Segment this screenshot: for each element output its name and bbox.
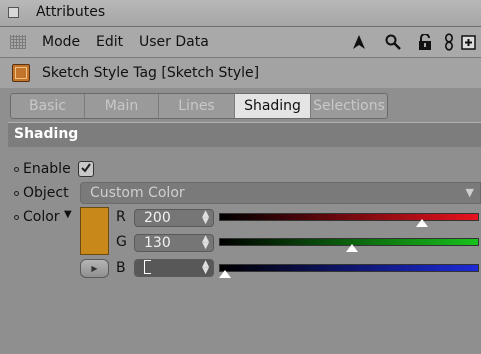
- object-dropdown-value: Custom Color: [90, 185, 185, 201]
- r-slider-handle[interactable]: [414, 218, 429, 228]
- search-icon[interactable]: [384, 33, 402, 51]
- r-label: R: [116, 209, 126, 225]
- close-box-icon[interactable]: [8, 7, 19, 18]
- g-slider-handle[interactable]: [344, 243, 359, 253]
- r-input[interactable]: 200 ▲ ▼: [134, 209, 214, 227]
- chevron-down-icon: ▼: [465, 186, 474, 199]
- b-value: 0: [144, 260, 151, 276]
- color-anim-dot-icon[interactable]: [14, 215, 19, 220]
- color-label: Color: [23, 209, 60, 225]
- g-label: G: [116, 234, 127, 250]
- color-play-button[interactable]: ▶: [80, 259, 109, 278]
- enable-label: Enable: [23, 161, 71, 177]
- object-name: Sketch Style Tag [Sketch Style]: [42, 65, 260, 81]
- color-swatch[interactable]: [80, 207, 109, 255]
- tab-bar: Basic Main Lines Shading Selections: [10, 93, 388, 119]
- r-slider[interactable]: [219, 213, 479, 221]
- object-anim-dot-icon[interactable]: [14, 191, 19, 196]
- pointer-arrow-icon[interactable]: [350, 33, 368, 51]
- sketch-style-tag-icon: [12, 64, 30, 82]
- r-value: 200: [144, 210, 171, 226]
- object-header: Sketch Style Tag [Sketch Style]: [0, 58, 481, 88]
- b-slider[interactable]: [219, 264, 479, 272]
- text-cursor: [144, 260, 151, 274]
- section-title: Shading: [14, 126, 79, 142]
- tab-shading[interactable]: Shading: [235, 94, 311, 118]
- params-area: [0, 147, 481, 354]
- menu-user-data[interactable]: User Data: [139, 34, 209, 50]
- menu-bar: Mode Edit User Data: [0, 27, 481, 58]
- attributes-panel: Attributes Mode Edit User Data Sketch St…: [0, 0, 481, 354]
- title-bar: Attributes: [0, 0, 481, 27]
- enable-anim-dot-icon[interactable]: [14, 167, 19, 172]
- g-input[interactable]: 130 ▲ ▼: [134, 234, 214, 252]
- window-title: Attributes: [36, 4, 106, 20]
- tab-basic[interactable]: Basic: [11, 94, 85, 118]
- b-input[interactable]: 0 ▲▼: [134, 259, 214, 277]
- color-menu-arrow-icon[interactable]: ▼: [64, 209, 72, 220]
- menu-mode[interactable]: Mode: [42, 34, 80, 50]
- grip-icon[interactable]: [10, 35, 26, 49]
- r-spinner-icon[interactable]: ▲ ▼: [202, 210, 209, 226]
- tab-main[interactable]: Main: [85, 94, 159, 118]
- object-dropdown[interactable]: Custom Color ▼: [80, 182, 481, 204]
- enable-checkbox[interactable]: [78, 161, 94, 177]
- b-slider-handle[interactable]: [218, 269, 232, 279]
- lock-icon[interactable]: [416, 33, 434, 51]
- new-panel-icon[interactable]: [459, 33, 477, 51]
- b-spinner-icon[interactable]: ▲ ▼: [202, 260, 209, 276]
- b-label: B: [116, 260, 126, 276]
- section-header: Shading: [8, 122, 481, 148]
- link-icon[interactable]: [440, 33, 458, 51]
- tab-selections[interactable]: Selections: [311, 94, 387, 118]
- object-label: Object: [23, 185, 69, 201]
- tab-lines[interactable]: Lines: [159, 94, 235, 118]
- menu-edit[interactable]: Edit: [96, 34, 123, 50]
- g-value: 130: [144, 235, 171, 251]
- g-spinner-icon[interactable]: ▲ ▼: [202, 235, 209, 251]
